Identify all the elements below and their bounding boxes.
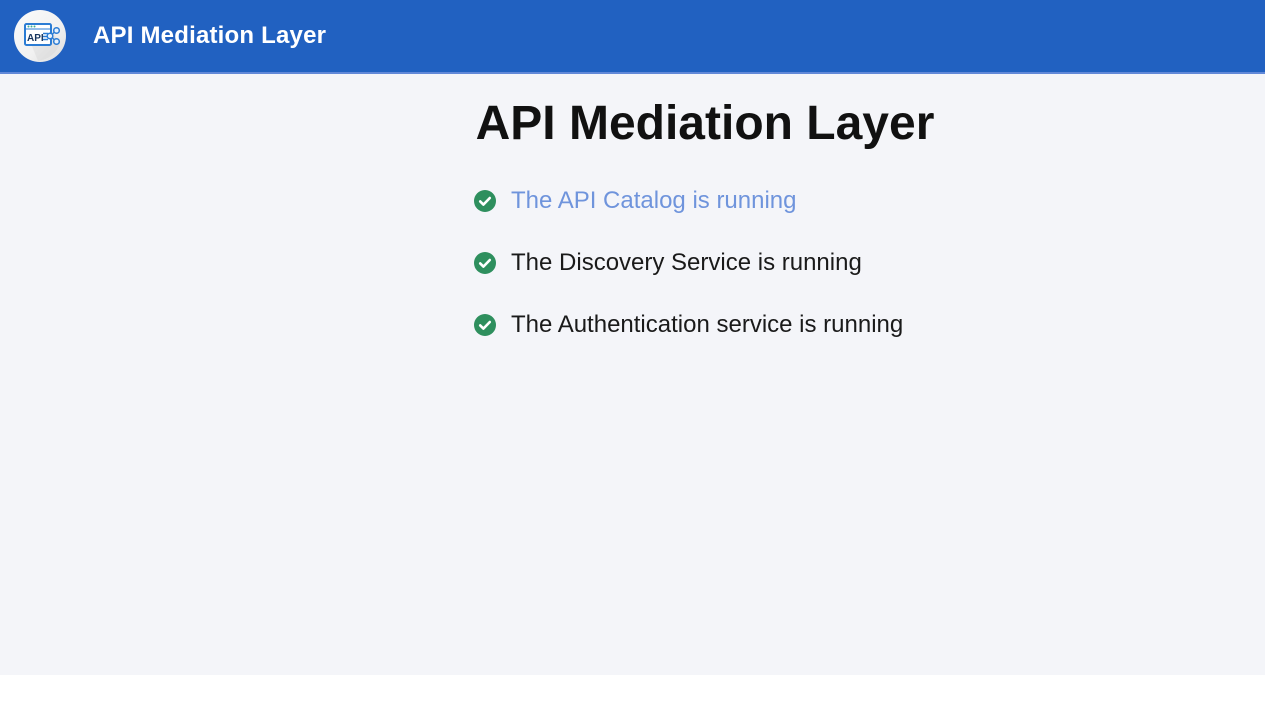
content-block: API Mediation Layer The API Catalog is r…: [460, 74, 950, 337]
status-row-discovery-service: The Discovery Service is running: [474, 251, 950, 275]
status-row-api-catalog: The API Catalog is running: [474, 189, 950, 213]
app-header: API API Mediation Layer: [0, 0, 1265, 74]
main-content: API Mediation Layer The API Catalog is r…: [0, 74, 1265, 675]
header-title: API Mediation Layer: [93, 22, 326, 50]
status-row-authentication-service: The Authentication service is running: [474, 313, 950, 337]
status-list: The API Catalog is running The Discovery…: [460, 189, 950, 337]
check-circle-icon: [474, 314, 496, 336]
footer-strip: [0, 675, 1265, 712]
api-catalog-link[interactable]: The API Catalog is running: [511, 187, 797, 215]
svg-text:API: API: [27, 33, 44, 44]
discovery-service-status-text: The Discovery Service is running: [511, 249, 862, 277]
page-title: API Mediation Layer: [460, 100, 950, 148]
check-circle-icon: [474, 252, 496, 274]
check-circle-icon: [474, 190, 496, 212]
api-mediation-layer-logo-icon: API: [14, 10, 66, 62]
authentication-service-status-text: The Authentication service is running: [511, 311, 903, 339]
